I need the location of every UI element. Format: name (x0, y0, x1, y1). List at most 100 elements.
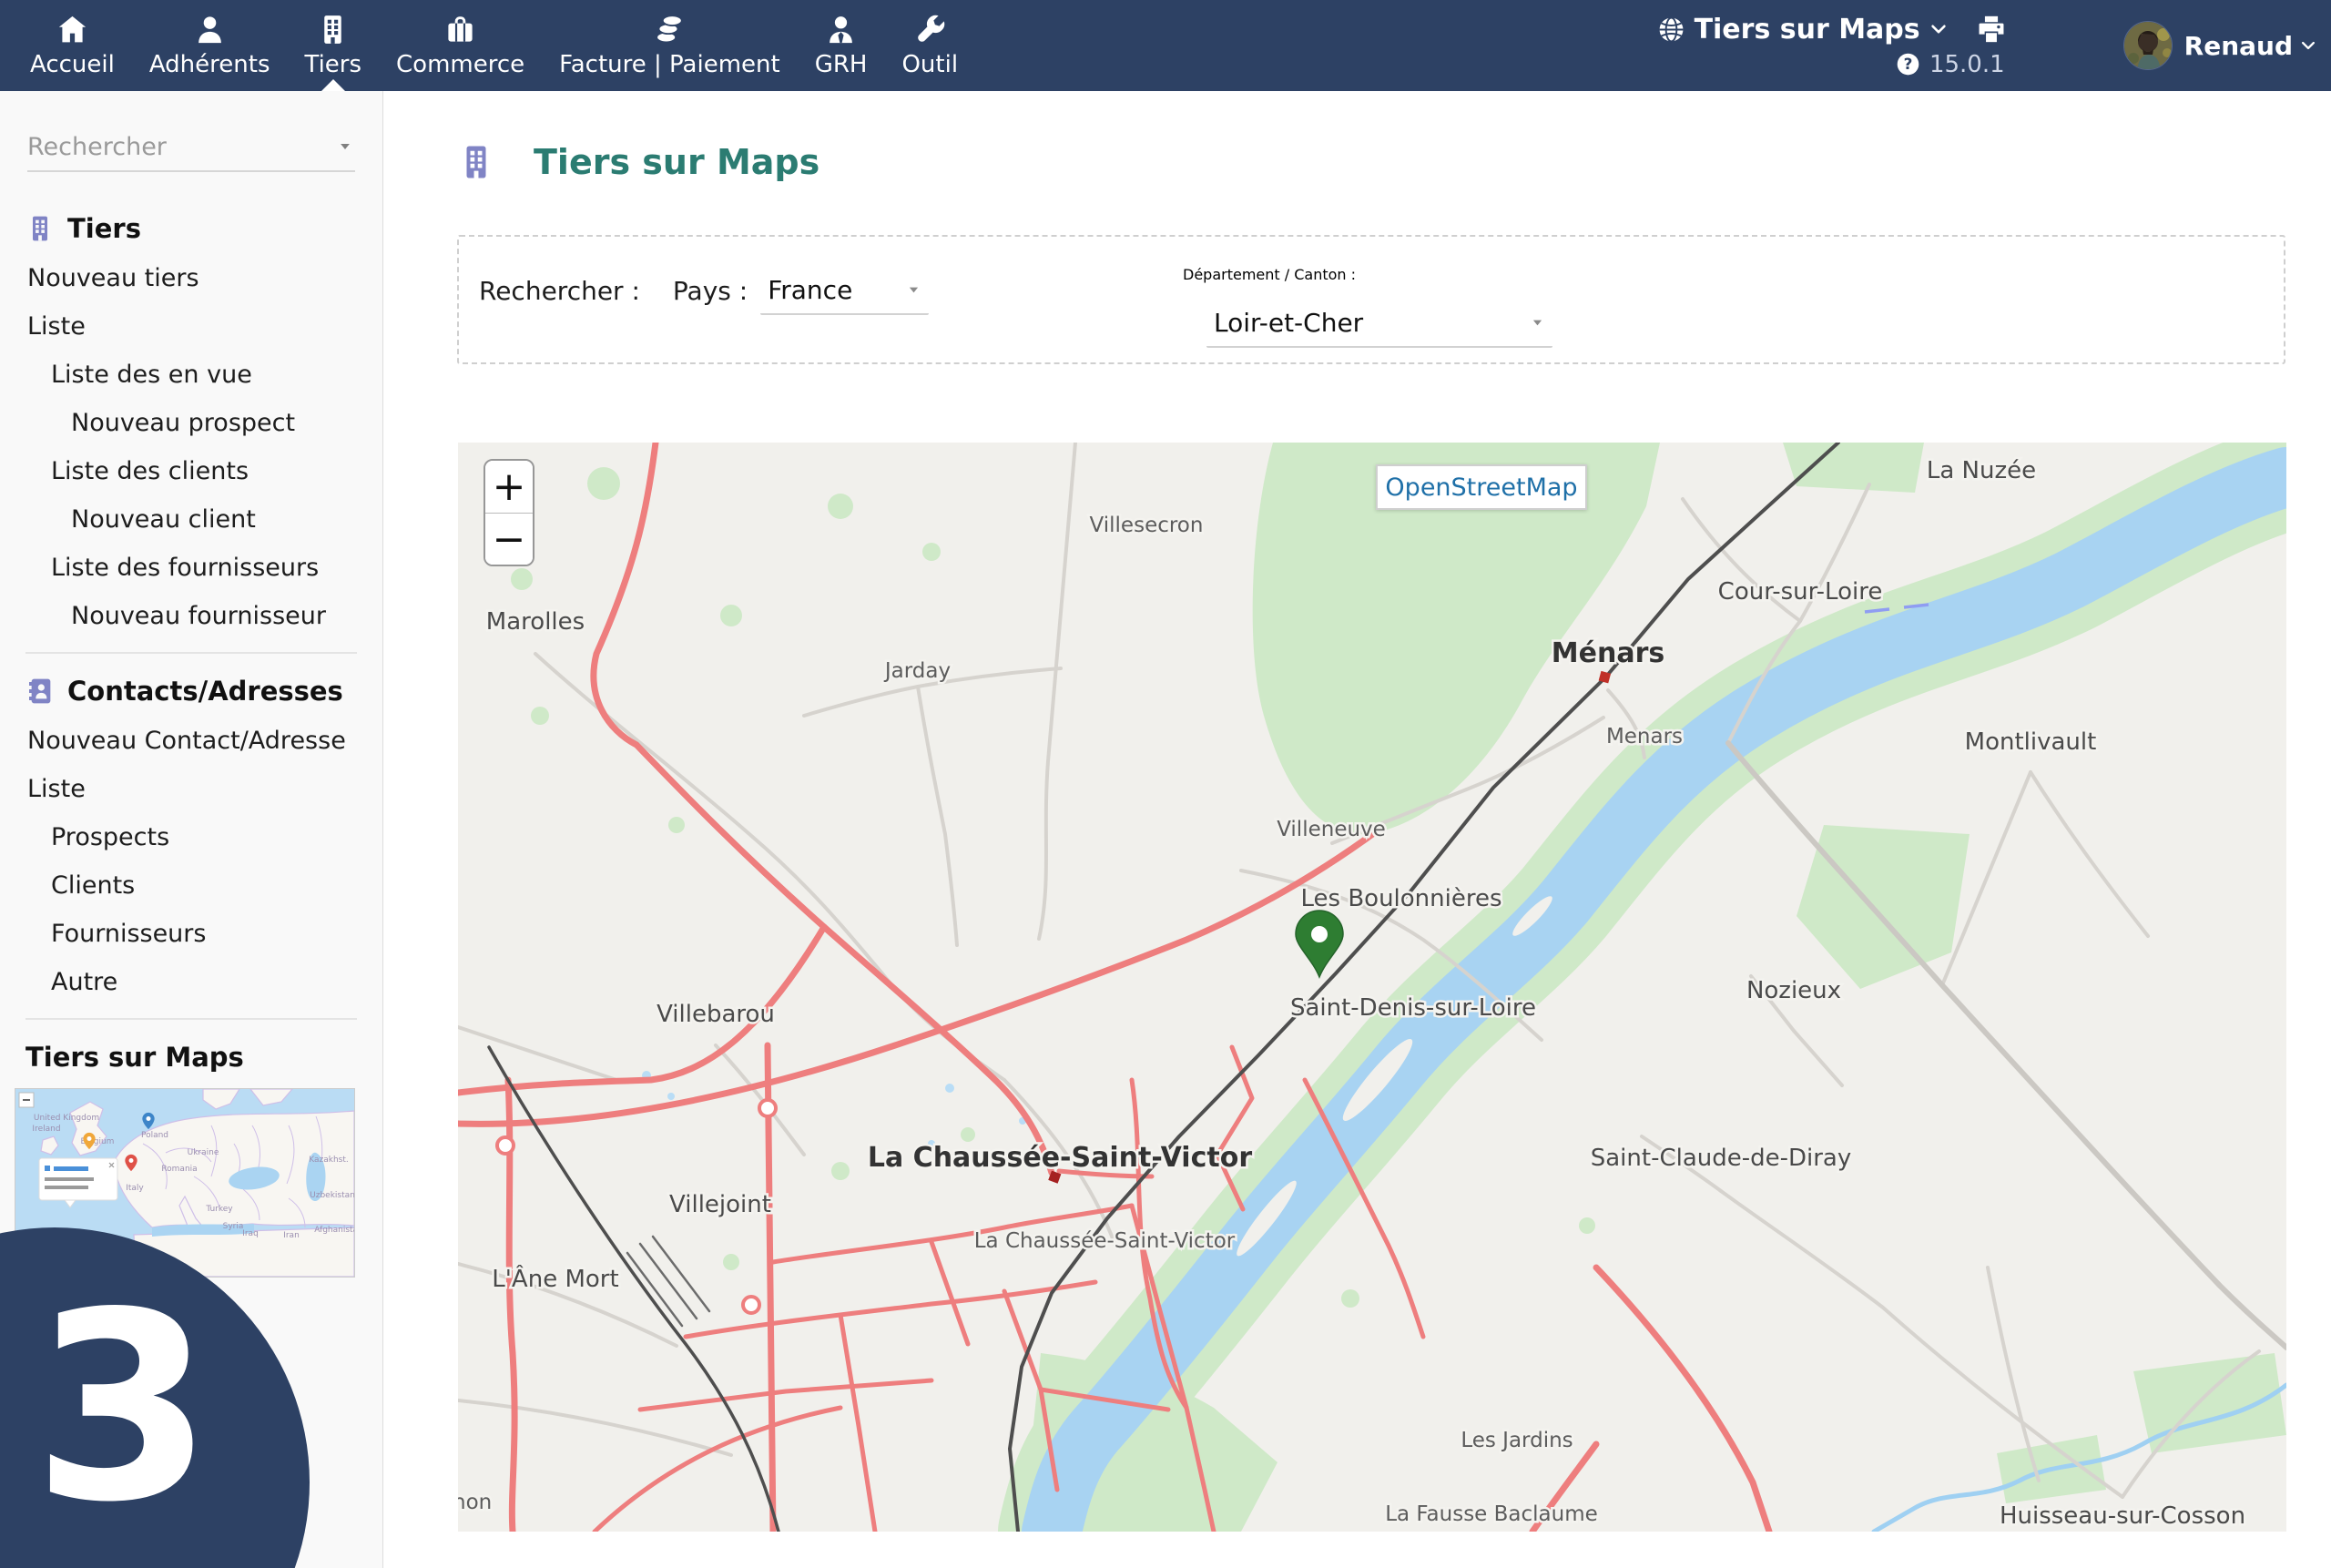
avatar[interactable] (2123, 21, 2173, 70)
nav-item-icon (913, 13, 947, 46)
nav-item-icon (824, 13, 858, 46)
sidebar-divider (25, 652, 357, 654)
chevron-down-icon (1929, 19, 1949, 39)
sidebar-item-liste[interactable]: Liste (0, 302, 382, 351)
sidebar-item-nouveau-client[interactable]: Nouveau client (0, 495, 382, 544)
nav-item-icon (56, 13, 89, 46)
building-icon (457, 138, 495, 186)
map-label-la-nuzee: La Nuzée (1927, 457, 2036, 484)
svg-text:United Kingdom: United Kingdom (34, 1114, 99, 1123)
context-block: Tiers sur Maps 15.0.1 (1657, 14, 2007, 78)
map-label-menars: Menars (1606, 725, 1683, 748)
svg-text:Ukraine: Ukraine (188, 1148, 219, 1157)
svg-text:Iran: Iran (283, 1231, 300, 1240)
openstreetmap-layer-button[interactable]: OpenStreetMap (1376, 464, 1587, 510)
nav-item-label: Outil (901, 51, 958, 78)
sidebar-item-liste[interactable]: Liste (0, 765, 382, 813)
sidebar-item-nouveau-tiers[interactable]: Nouveau tiers (0, 254, 382, 302)
zoom-in-button[interactable]: + (485, 461, 533, 513)
section-title: Contacts/Adresses (67, 676, 343, 707)
sidebar-section-contacts-adresses[interactable]: Contacts/Adresses (0, 666, 382, 717)
map-label-saint-claude-de-diray: Saint-Claude-de-Diray (1591, 1145, 1852, 1172)
caret-down-icon (906, 282, 921, 298)
nav-item-icon (653, 13, 687, 46)
nav-item-icon (316, 13, 350, 46)
sidebar-item-autre[interactable]: Autre (0, 958, 382, 1006)
map-label-villebarou: Villebarou (657, 1001, 775, 1028)
print-icon[interactable] (1976, 14, 2007, 45)
thumb-popup (39, 1158, 117, 1207)
nav-item-accueil[interactable]: Accueil (13, 0, 132, 91)
section-icon (25, 214, 55, 243)
svg-text:Italy: Italy (126, 1184, 144, 1193)
nav-item-grh[interactable]: GRH (798, 0, 885, 91)
sidebar-item-nouveau-prospect[interactable]: Nouveau prospect (0, 399, 382, 447)
nav-item-adherents[interactable]: Adhérents (132, 0, 288, 91)
svg-text:Turkey: Turkey (205, 1205, 233, 1214)
zoom-out-button[interactable]: − (485, 513, 533, 565)
map-label-les-jardins: Les Jardins (1461, 1429, 1573, 1452)
search-input[interactable] (27, 133, 355, 161)
map-label-montlivault: Montlivault (1965, 728, 2097, 756)
map-svg: VillesecronMarollesJardayMénarsLa NuzéeC… (458, 443, 2286, 1532)
navbar-right-cluster: Tiers sur Maps 15.0.1 Renaud (1657, 0, 2317, 91)
svg-text:Syria: Syria (223, 1222, 244, 1231)
department-select[interactable]: Loir-et-Cher (1206, 306, 1552, 348)
sidebar-item-liste-des-fournisseurs[interactable]: Liste des fournisseurs (0, 544, 382, 592)
sidebar-item-prospects[interactable]: Prospects (0, 813, 382, 861)
section-title: Tiers sur Maps (25, 1042, 244, 1073)
map-zoom-control: + − (484, 459, 534, 566)
country-value: France (768, 275, 852, 305)
nav-item-commerce[interactable]: Commerce (379, 0, 542, 91)
map-label-jarday: Jarday (883, 659, 951, 683)
nav-item-icon (443, 13, 477, 46)
help-icon[interactable] (1896, 52, 1920, 76)
user-chevron-down-icon[interactable] (2299, 36, 2317, 55)
sidebar-search (27, 133, 355, 172)
main-content: Tiers sur Maps Rechercher : Pays : Franc… (384, 91, 2331, 1568)
svg-text:Ireland: Ireland (32, 1125, 60, 1134)
sidebar-section-tiers-sur-maps[interactable]: Tiers sur Maps (0, 1032, 382, 1083)
step-number: 3 (33, 1279, 213, 1539)
map-label-la-fausse-baclaume: La Fausse Baclaume (1385, 1502, 1598, 1526)
svg-text:Uzbekistan: Uzbekistan (310, 1191, 354, 1200)
sidebar-item-liste-des-en-vue[interactable]: Liste des en vue (0, 351, 382, 399)
top-navbar: Accueil Adhérents Tiers Commerce Facture… (0, 0, 2331, 91)
sidebar-item-fournisseurs[interactable]: Fournisseurs (0, 910, 382, 958)
nav-item-icon (193, 13, 227, 46)
map-label-saint-denis-sur-loire: Saint-Denis-sur-Loire (1290, 994, 1536, 1022)
map-label-huisseau-sur-cosson: Huisseau-sur-Cosson (2000, 1502, 2245, 1530)
caret-down-icon (337, 138, 353, 155)
map-label-villejoint: Villejoint (669, 1191, 771, 1218)
svg-text:Kazakhst.: Kazakhst. (309, 1156, 349, 1165)
sidebar-item-liste-des-clients[interactable]: Liste des clients (0, 447, 382, 495)
sidebar-item-nouveau-fournisseur[interactable]: Nouveau fournisseur (0, 592, 382, 640)
svg-text:Poland: Poland (141, 1131, 168, 1140)
svg-text:Afghanistan: Afghanistan (314, 1226, 354, 1235)
map-canvas[interactable]: VillesecronMarollesJardayMénarsLa NuzéeC… (458, 443, 2286, 1532)
avatar-photo (2124, 22, 2173, 70)
main-menu: Accueil Adhérents Tiers Commerce Facture… (13, 0, 975, 91)
map-label-l-ane-mort: L'Âne Mort (492, 1264, 618, 1293)
sidebar-item-clients[interactable]: Clients (0, 861, 382, 910)
map-label-villesecron: Villesecron (1090, 514, 1204, 537)
user-menu[interactable]: Renaud (2184, 31, 2293, 61)
nav-item-outil[interactable]: Outil (884, 0, 975, 91)
nav-item-label: Facture | Paiement (559, 51, 780, 78)
sidebar-section-tiers[interactable]: Tiers (0, 203, 382, 254)
nav-item-tiers[interactable]: Tiers (287, 0, 379, 91)
map-label-menars: Ménars (1552, 637, 1664, 669)
sidebar-menu: Tiers Nouveau tiersListeListe des en vue… (0, 203, 382, 1083)
sidebar-item-nouveau-contact-adresse[interactable]: Nouveau Contact/Adresse (0, 717, 382, 765)
map-label-cour-sur-loire: Cour-sur-Loire (1718, 578, 1883, 606)
caret-down-icon (1530, 315, 1545, 331)
map-label-les-boulonnieres: Les Boulonnières (1300, 885, 1501, 912)
country-select[interactable]: France (760, 273, 929, 315)
context-menu[interactable]: Tiers sur Maps (1695, 14, 1920, 46)
nav-item-facture-paiement[interactable]: Facture | Paiement (542, 0, 798, 91)
map-label-villeneuve: Villeneuve (1277, 818, 1386, 841)
page-header: Tiers sur Maps (457, 138, 819, 186)
country-label: Pays : (673, 273, 748, 310)
map-label-la-chaussee-saint-victor: La Chaussée-Saint-Victor (868, 1142, 1252, 1174)
department-label: Département / Canton : (1183, 257, 1552, 293)
